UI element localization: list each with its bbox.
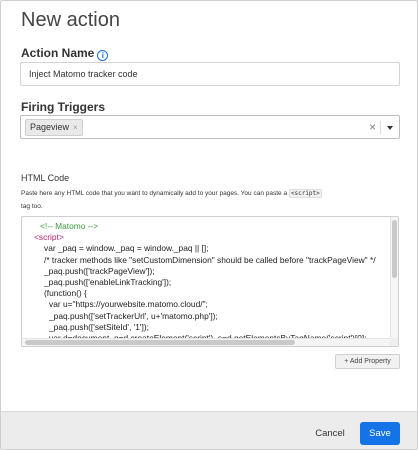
code-line: <script>: [34, 232, 64, 243]
help-text-code: <script>: [288, 189, 322, 198]
code-line: _paq.push(['setTrackerUrl', u+'matomo.ph…: [49, 310, 218, 321]
dialog-footer: Cancel Save: [1, 411, 417, 449]
scroll-corner: [390, 338, 398, 346]
cancel-button[interactable]: Cancel: [307, 424, 353, 444]
html-code-help: Paste here any HTML code that you want t…: [21, 187, 406, 213]
action-name-label-text: Action Name: [21, 46, 95, 60]
code-line: (function() {: [44, 288, 87, 299]
code-line: _paq.push(['trackPageView']);: [44, 265, 155, 276]
code-line: <!-- Matomo -->: [40, 221, 99, 231]
new-action-dialog: New action Action Namei Firing Triggers …: [0, 0, 418, 450]
firing-triggers-label: Firing Triggers: [21, 100, 106, 114]
clear-selection-icon[interactable]: ×: [369, 120, 376, 134]
horizontal-scroll-thumb[interactable]: [25, 340, 295, 345]
info-icon[interactable]: i: [97, 50, 109, 61]
action-name-label: Action Name i: [21, 46, 109, 61]
vertical-scrollbar[interactable]: [390, 217, 398, 340]
chevron-down-icon[interactable]: [387, 126, 393, 130]
vertical-scroll-thumb[interactable]: [392, 220, 397, 278]
horizontal-scrollbar[interactable]: [22, 338, 392, 346]
code-line: /* tracker methods like "setCustomDimens…: [44, 254, 376, 265]
help-text-suffix: tag too.: [21, 203, 43, 210]
trigger-tag-label: Pageview: [30, 122, 70, 132]
firing-triggers-select[interactable]: Pageview × ×: [20, 115, 400, 139]
dialog-title: New action: [21, 9, 120, 31]
action-name-input[interactable]: [20, 62, 400, 86]
code-line: var _paq = window._paq = window._paq || …: [44, 243, 209, 254]
add-property-button[interactable]: + Add Property: [335, 354, 400, 369]
trigger-tag[interactable]: Pageview ×: [25, 119, 83, 136]
code-line: _paq.push(['enableLinkTracking']);: [44, 277, 172, 287]
html-code-label: HTML Code: [21, 173, 70, 183]
code-line: var u="https://yourwebsite.matomo.cloud/…: [49, 299, 208, 310]
tag-remove-icon[interactable]: ×: [73, 123, 78, 132]
html-code-editor[interactable]: <!-- Matomo --> <script> var _paq = window…: [21, 216, 399, 347]
code-content[interactable]: <!-- Matomo --> <script> var _paq = window…: [22, 217, 390, 338]
select-divider: [380, 121, 381, 134]
help-text-prefix: Paste here any HTML code that you want t…: [21, 190, 288, 197]
save-button[interactable]: Save: [360, 422, 400, 445]
code-line: _paq.push(['setSiteId', '1']);: [49, 321, 149, 332]
